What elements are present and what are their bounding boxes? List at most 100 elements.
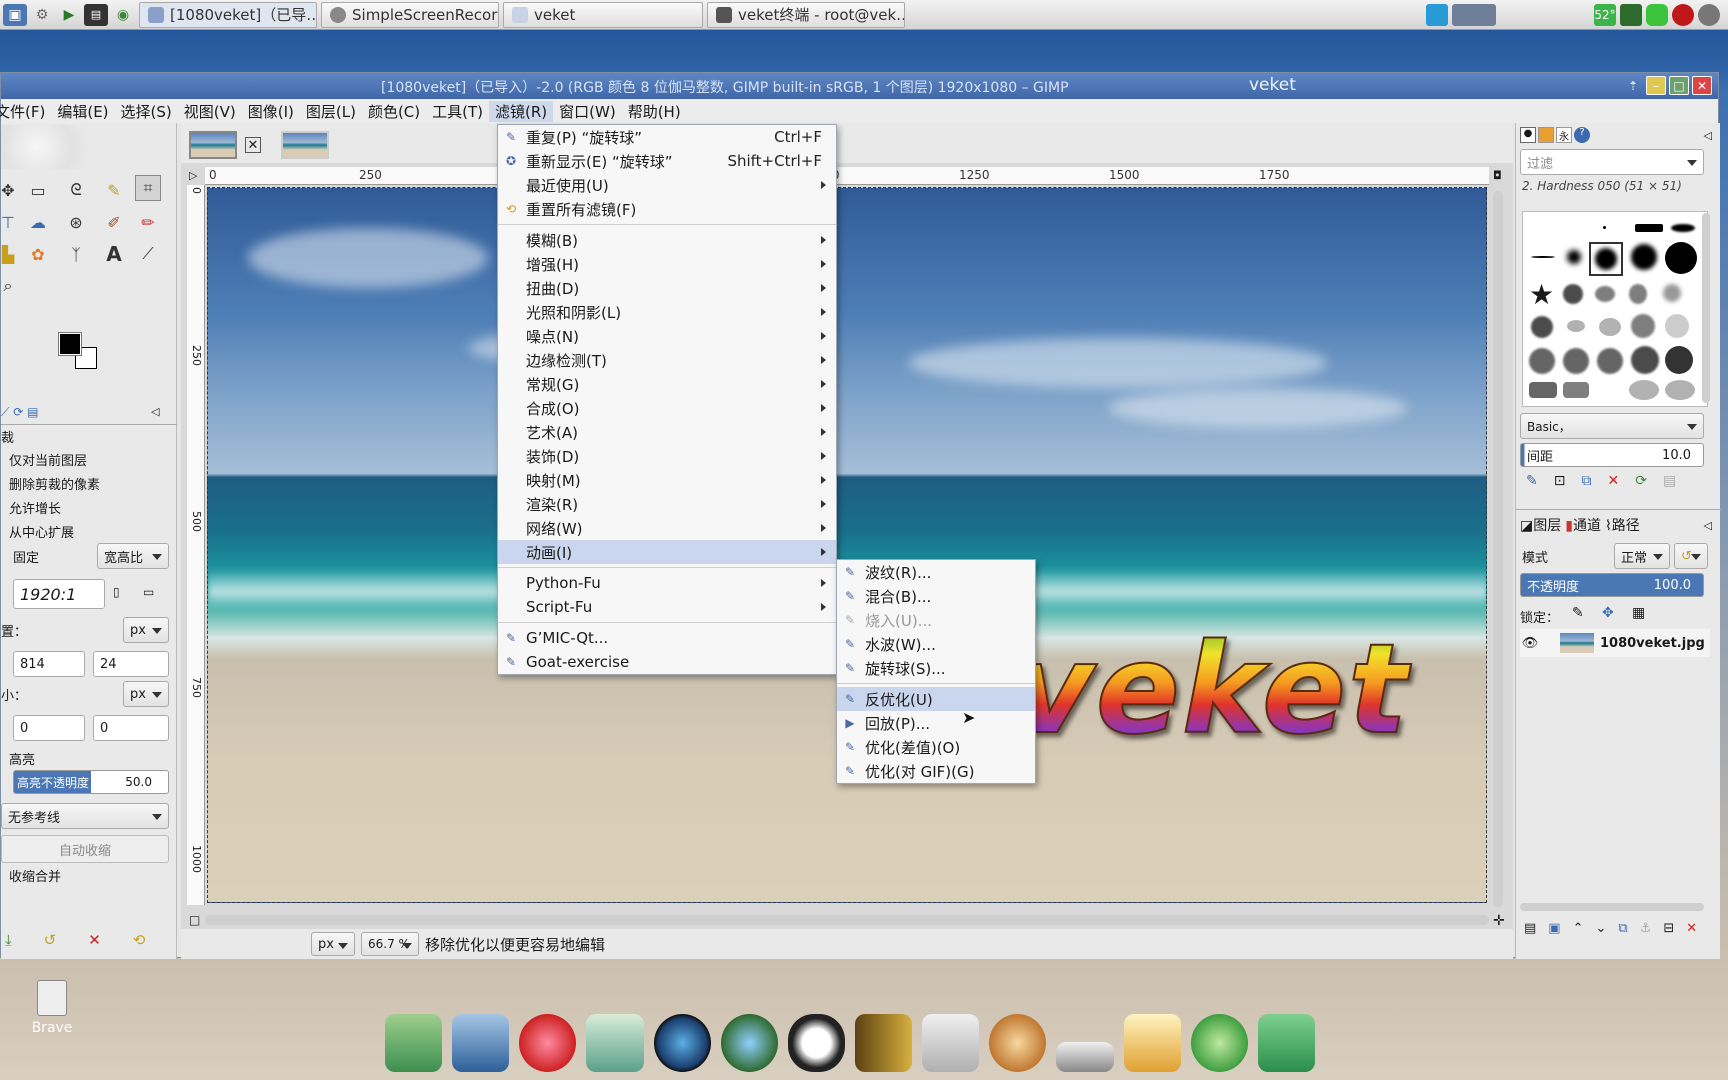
globe-icon[interactable]: ◉ bbox=[111, 4, 135, 26]
monitor-icon[interactable] bbox=[1426, 4, 1448, 26]
size-unit[interactable]: px bbox=[123, 681, 169, 707]
anim-playback[interactable]: ▶ 回放(P)... bbox=[837, 711, 1035, 735]
brush-filter[interactable]: 过滤 bbox=[1520, 149, 1704, 175]
brush[interactable] bbox=[1567, 250, 1581, 264]
paths-tab[interactable]: ⌇路径 bbox=[1605, 515, 1640, 535]
unit-dropdown[interactable]: px bbox=[311, 932, 355, 956]
merge-layer-icon[interactable]: ⊟ bbox=[1663, 921, 1674, 936]
ratio-input[interactable]: 1920:1 bbox=[13, 579, 105, 609]
landscape-icon[interactable]: ▭ bbox=[143, 585, 154, 599]
lock-pixels-icon[interactable]: ✎ bbox=[1572, 605, 1584, 621]
anim-blend[interactable]: ✎ 混合(B)... bbox=[837, 584, 1035, 608]
size-height[interactable]: 0 bbox=[93, 715, 169, 741]
menu-layer[interactable]: 图层(L) bbox=[300, 101, 362, 122]
move-tool-icon[interactable]: ✥ bbox=[0, 177, 21, 203]
menu-tools[interactable]: 工具(T) bbox=[426, 101, 489, 122]
menu-filters[interactable]: 滤镜(R) bbox=[489, 100, 554, 122]
visibility-icon[interactable]: 👁 bbox=[1520, 636, 1540, 651]
usb-icon[interactable] bbox=[1056, 1042, 1114, 1072]
paint-app-icon[interactable] bbox=[989, 1014, 1047, 1072]
zoom-dropdown[interactable]: 66.7 % bbox=[361, 932, 419, 956]
brush[interactable] bbox=[1671, 224, 1695, 232]
position-x[interactable]: 814 bbox=[13, 651, 85, 677]
brush[interactable] bbox=[1629, 284, 1647, 304]
brush-grid[interactable]: ★ bbox=[1522, 211, 1708, 407]
brush[interactable] bbox=[1665, 380, 1695, 400]
menu-map[interactable]: 映射(M) bbox=[498, 468, 836, 492]
brush[interactable] bbox=[1599, 318, 1621, 336]
lock-alpha-icon[interactable]: ▦ bbox=[1632, 605, 1645, 621]
star-brush[interactable]: ★ bbox=[1529, 278, 1554, 311]
layers-tab[interactable]: ◪图层 bbox=[1520, 515, 1561, 535]
brushes-tab-icon[interactable]: ● bbox=[1520, 127, 1536, 143]
media-player-icon[interactable] bbox=[653, 1014, 711, 1072]
repeat-filter[interactable]: ✎ 重复(P) “旋转球” Ctrl+F bbox=[498, 125, 836, 149]
menu-edit[interactable]: 编辑(E) bbox=[51, 101, 114, 122]
new-brush-icon[interactable]: ⊡ bbox=[1554, 473, 1566, 489]
anim-waves[interactable]: ✎ 水波(W)... bbox=[837, 632, 1035, 656]
layer-row[interactable]: 👁 1080veket.jpg bbox=[1520, 629, 1710, 657]
menu-help[interactable]: 帮助(H) bbox=[622, 101, 687, 122]
color-picker-icon[interactable]: ⟋ bbox=[135, 241, 161, 267]
brush[interactable] bbox=[1563, 284, 1583, 304]
brush[interactable] bbox=[1563, 348, 1589, 374]
brush[interactable] bbox=[1631, 244, 1657, 270]
settings-icon[interactable]: ⚙ bbox=[30, 4, 54, 26]
path-icon[interactable]: ᛉ bbox=[63, 241, 89, 267]
window-icon[interactable] bbox=[1452, 4, 1496, 26]
reset-filters[interactable]: ⟲ 重置所有滤镜(F) bbox=[498, 197, 836, 221]
anim-burn-in[interactable]: ✎ 烧入(U)... bbox=[837, 608, 1035, 632]
brush[interactable] bbox=[1597, 348, 1623, 374]
camera-icon[interactable] bbox=[1257, 1014, 1315, 1072]
menu-animation[interactable]: 动画(I) bbox=[498, 540, 836, 564]
fg-color-swatch[interactable] bbox=[58, 332, 82, 356]
size-width[interactable]: 0 bbox=[13, 715, 85, 741]
transform-icon[interactable]: ⊤ bbox=[0, 209, 21, 235]
vertical-scrollbar[interactable] bbox=[1493, 191, 1503, 907]
notebook-icon[interactable] bbox=[854, 1014, 913, 1072]
text-tool-icon[interactable]: A bbox=[101, 241, 127, 267]
option-current-layer[interactable]: 仅对当前图层 bbox=[9, 450, 87, 469]
lasso-icon[interactable]: ᘓ bbox=[63, 177, 89, 203]
brush[interactable] bbox=[1529, 382, 1557, 398]
menu-artistic[interactable]: 艺术(A) bbox=[498, 420, 836, 444]
horizontal-scrollbar[interactable] bbox=[205, 915, 1489, 925]
editor-icon[interactable] bbox=[586, 1014, 644, 1072]
menu-generic[interactable]: 常规(G) bbox=[498, 372, 836, 396]
menu-windows[interactable]: 窗口(W) bbox=[553, 101, 622, 122]
panel-menu-icon[interactable]: ◁ bbox=[151, 405, 159, 418]
maximize-button[interactable]: □ bbox=[1669, 76, 1689, 95]
menu-decor[interactable]: 装饰(D) bbox=[498, 444, 836, 468]
patterns-tab-icon[interactable] bbox=[1538, 127, 1554, 143]
anchor-layer-icon[interactable]: ⚓ bbox=[1640, 921, 1652, 936]
heal-icon[interactable]: ✿ bbox=[25, 241, 51, 267]
restore-options-icon[interactable]: ↺ bbox=[44, 931, 57, 955]
brush[interactable] bbox=[1663, 284, 1681, 302]
task-terminal[interactable]: veket终端 - root@vek… bbox=[707, 1, 905, 28]
panel-menu-icon[interactable]: ◁ bbox=[1704, 129, 1712, 142]
fill-icon[interactable]: ▙ bbox=[0, 241, 21, 267]
penguin-icon[interactable] bbox=[787, 1014, 845, 1072]
brush[interactable] bbox=[1567, 320, 1585, 332]
duplicate-brush-icon[interactable]: ⧉ bbox=[1581, 473, 1591, 489]
minimize-button[interactable]: – bbox=[1646, 76, 1666, 95]
save-options-icon[interactable]: ⤓ bbox=[5, 931, 12, 955]
close-button[interactable]: ✕ bbox=[1692, 76, 1712, 95]
desktop-icon-brave[interactable]: Brave bbox=[28, 980, 76, 1036]
option-highlight[interactable]: 高亮 bbox=[9, 749, 35, 768]
menu-python-fu[interactable]: Python-Fu bbox=[498, 571, 836, 595]
menu-view[interactable]: 视图(V) bbox=[178, 101, 242, 122]
menu-colors[interactable]: 颜色(C) bbox=[362, 101, 426, 122]
clone-icon[interactable]: ⊛ bbox=[63, 209, 89, 235]
pin-icon[interactable]: ⇡ bbox=[1623, 76, 1643, 95]
zoom-icon[interactable]: ⌕ bbox=[0, 273, 21, 299]
rect-select-icon[interactable]: ▭ bbox=[25, 177, 51, 203]
fonts-tab-icon[interactable]: 永 bbox=[1556, 127, 1572, 143]
tool-options-tabs[interactable]: ⟋ ⟳ ▤ bbox=[1, 405, 61, 423]
brush[interactable] bbox=[1631, 314, 1655, 338]
menu-web[interactable]: 网络(W) bbox=[498, 516, 836, 540]
anim-optimize-gif[interactable]: ✎ 优化(对 GIF)(G) bbox=[837, 759, 1035, 783]
brush[interactable] bbox=[1531, 256, 1555, 258]
brush-preset[interactable]: Basic， bbox=[1520, 413, 1704, 439]
delete-options-icon[interactable]: ✕ bbox=[88, 931, 101, 955]
